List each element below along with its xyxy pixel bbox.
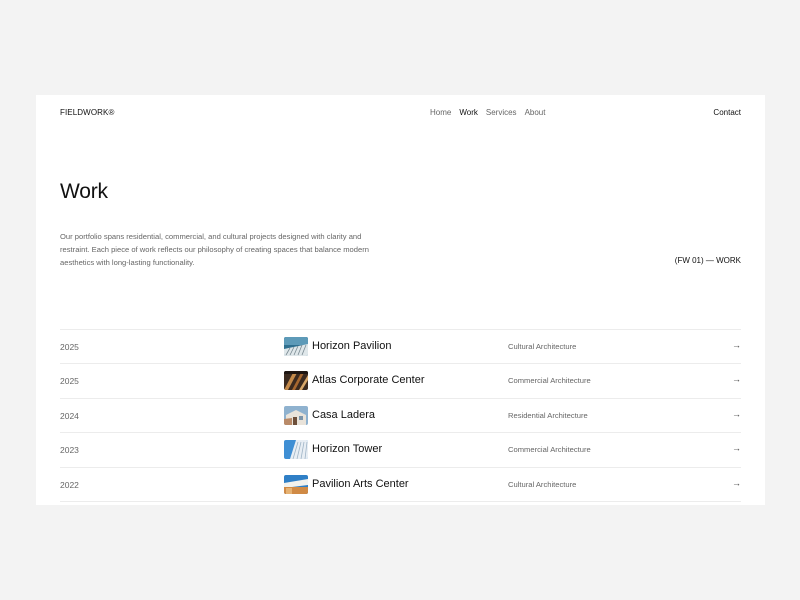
project-year: 2025: [60, 342, 79, 352]
project-year: 2023: [60, 445, 79, 456]
project-category: Commercial Architecture: [508, 376, 591, 386]
project-list: 2025 Horizon Pavilion Cultural Architect…: [60, 329, 741, 502]
project-name: Atlas Corporate Center: [312, 374, 425, 387]
nav-link-contact[interactable]: Contact: [713, 108, 741, 117]
arrow-right-icon[interactable]: →: [732, 374, 741, 384]
project-name: Pavilion Arts Center: [312, 477, 409, 490]
project-name: Horizon Pavilion: [312, 340, 392, 352]
project-row[interactable]: 2024 Casa Ladera Residential Architectur…: [60, 399, 741, 434]
project-category: Cultural Architecture: [508, 342, 577, 351]
project-row[interactable]: 2025 Horizon Pavilion Cultural Architect…: [60, 330, 741, 365]
project-year: 2025: [60, 376, 79, 387]
arrow-right-icon[interactable]: →: [732, 478, 741, 488]
brand-logo[interactable]: FIELDWORK®: [60, 108, 114, 117]
project-category: Commercial Architecture: [508, 445, 591, 455]
tower-thumbnail: [284, 440, 308, 460]
nav-links: Home Work Services About: [430, 108, 545, 117]
arrow-right-icon[interactable]: →: [732, 443, 741, 453]
atlas-thumbnail: [284, 371, 308, 391]
page-title: Work: [60, 180, 108, 203]
project-name: Casa Ladera: [312, 408, 375, 421]
nav-link-home[interactable]: Home: [430, 108, 451, 117]
pavilion-thumbnail: [284, 337, 308, 356]
project-year: 2022: [60, 479, 79, 490]
project-year: 2024: [60, 410, 79, 421]
section-reference: (FW 01) — WORK: [674, 256, 741, 265]
nav-link-work[interactable]: Work: [459, 108, 478, 117]
arrow-right-icon[interactable]: →: [732, 409, 741, 419]
project-row[interactable]: 2025 Atlas Corporate Center Commercial A…: [60, 364, 741, 399]
project-category: Cultural Architecture: [508, 479, 577, 489]
project-category: Residential Architecture: [508, 410, 588, 420]
page-card: FIELDWORK® Home Work Services About Cont…: [36, 95, 765, 505]
project-row[interactable]: 2023 Horizon Tower Commercial Architectu…: [60, 433, 741, 468]
top-nav: FIELDWORK® Home Work Services About Cont…: [60, 108, 741, 124]
project-name: Horizon Tower: [312, 443, 383, 456]
casa-thumbnail: [284, 405, 308, 425]
arts-thumbnail: [284, 474, 308, 494]
arrow-right-icon[interactable]: →: [732, 340, 741, 350]
project-row[interactable]: 2022 Pavilion Arts Center Cultural Archi…: [60, 468, 741, 502]
nav-link-about[interactable]: About: [525, 108, 546, 117]
nav-link-services[interactable]: Services: [486, 108, 517, 117]
page-description: Our portfolio spans residential, commerc…: [60, 232, 369, 267]
